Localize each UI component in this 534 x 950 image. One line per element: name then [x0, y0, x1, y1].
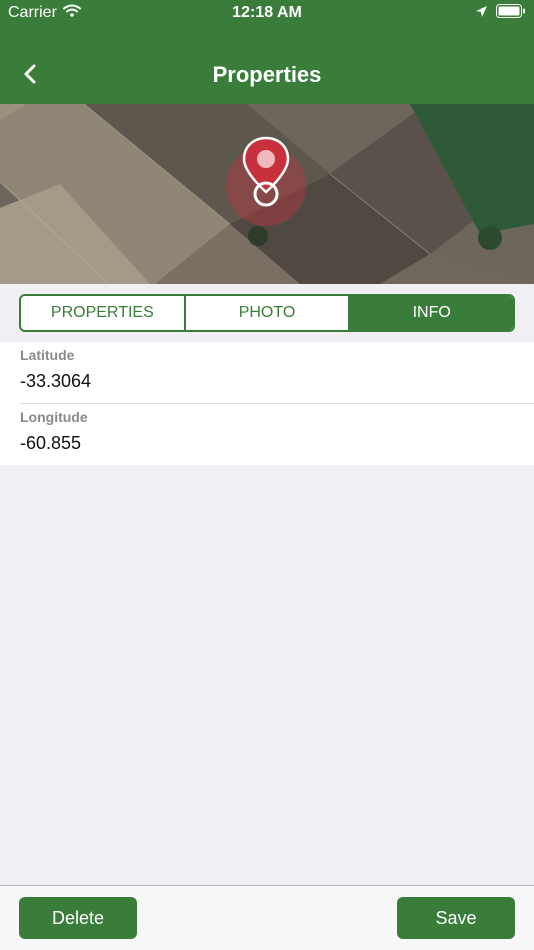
status-bar: Carrier 12:18 AM [0, 0, 534, 28]
location-arrow-icon [475, 5, 488, 23]
navigation-bar: Properties [0, 48, 534, 104]
longitude-row: Longitude -60.855 [20, 404, 534, 465]
status-right [475, 4, 526, 23]
tab-photo[interactable]: PHOTO [183, 296, 349, 330]
latitude-value: -33.3064 [20, 371, 92, 391]
bottom-toolbar: Delete Save [0, 885, 534, 950]
tab-info[interactable]: INFO [348, 296, 513, 330]
map-pin-icon[interactable] [216, 134, 316, 234]
latitude-label: Latitude [20, 347, 75, 363]
longitude-value: -60.855 [20, 433, 82, 453]
latitude-row: Latitude -33.3064 [20, 342, 534, 404]
status-time: 12:18 AM [232, 4, 302, 21]
delete-button[interactable]: Delete [19, 897, 137, 939]
tab-properties[interactable]: PROPERTIES [21, 296, 184, 330]
app-header: Carrier 12:18 AM Properties [0, 0, 534, 104]
info-list: Latitude -33.3064 Longitude -60.855 [0, 342, 534, 465]
longitude-label: Longitude [20, 409, 88, 425]
page-title: Properties [212, 62, 322, 87]
battery-icon [496, 4, 526, 23]
save-button[interactable]: Save [397, 897, 515, 939]
segmented-tabs: PROPERTIES PHOTO INFO [19, 294, 515, 332]
satellite-map[interactable] [0, 104, 534, 284]
